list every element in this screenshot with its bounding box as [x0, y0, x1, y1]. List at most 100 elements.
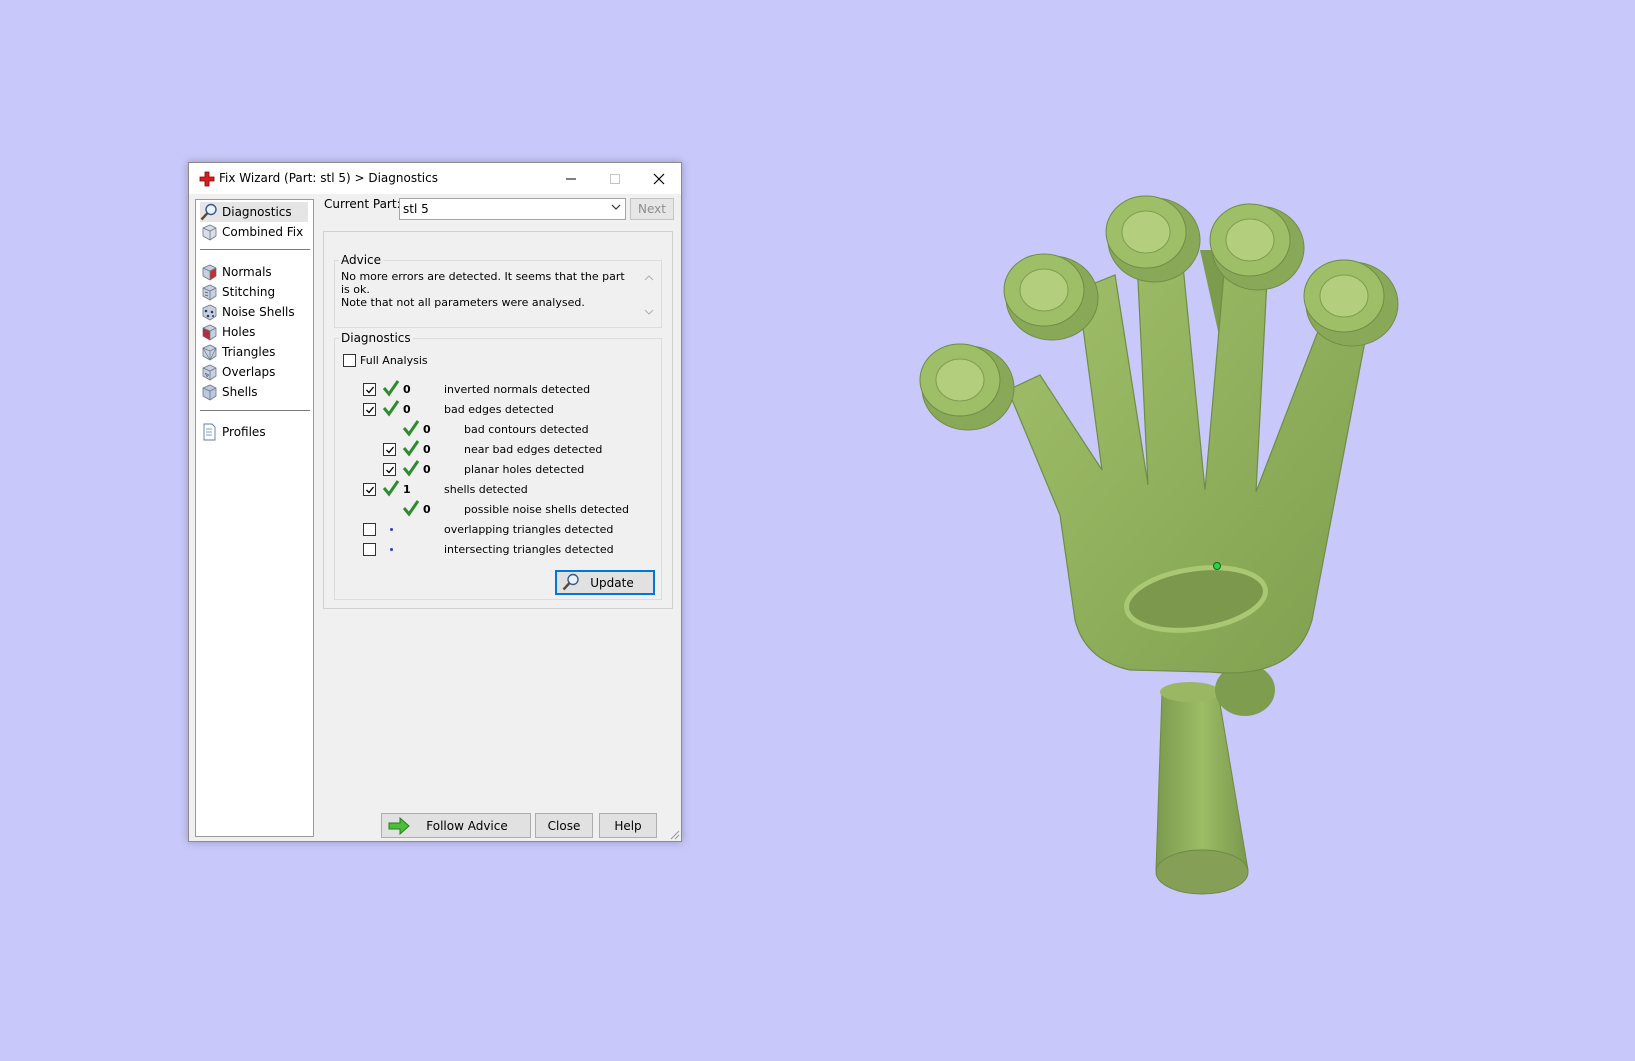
- nav-item-label: Holes: [222, 325, 256, 339]
- current-part-value: stl 5: [403, 202, 429, 216]
- ok-tick-icon: [402, 440, 420, 457]
- noise-shells-count: 0: [423, 503, 431, 516]
- overlapping-triangles-checkbox[interactable]: [363, 523, 376, 536]
- magnifier-icon: [200, 203, 217, 221]
- nav-item-shells[interactable]: Shells: [200, 382, 258, 402]
- nav-item-overlaps[interactable]: Overlaps: [200, 362, 275, 382]
- nav-item-label: Normals: [222, 265, 272, 279]
- nav-item-triangles[interactable]: Triangles: [200, 342, 275, 362]
- fix-wizard-dialog: Fix Wizard (Part: stl 5) > Diagnostics D…: [188, 162, 682, 842]
- normals-cube-icon: [202, 264, 217, 281]
- checkmark-icon: [365, 406, 374, 413]
- triangles-cube-icon: [202, 344, 217, 361]
- nav-item-stitching[interactable]: Stitching: [200, 282, 275, 302]
- window-title: Fix Wizard (Part: stl 5) > Diagnostics: [219, 171, 438, 185]
- intersecting-triangles-label: intersecting triangles detected: [444, 543, 614, 556]
- title-bar[interactable]: Fix Wizard (Part: stl 5) > Diagnostics: [189, 163, 681, 194]
- nav-item-noise-shells[interactable]: Noise Shells: [200, 302, 295, 322]
- inverted-normals-count: 0: [403, 383, 411, 396]
- nav-item-profiles[interactable]: Profiles: [200, 422, 266, 442]
- advice-scrollbar[interactable]: [641, 271, 657, 319]
- advice-line-2: Note that not all parameters were analys…: [341, 296, 585, 309]
- nav-item-diagnostics[interactable]: Diagnostics: [200, 202, 308, 222]
- ok-tick-icon: [402, 500, 420, 517]
- holes-cube-icon: [202, 324, 217, 341]
- overlaps-cube-icon: [202, 364, 217, 381]
- minimize-icon: [566, 178, 576, 179]
- red-cross-icon: [199, 171, 215, 187]
- bad-contours-count: 0: [423, 423, 431, 436]
- current-part-select[interactable]: stl 5: [399, 198, 626, 220]
- update-label: Update: [590, 575, 634, 590]
- overlapping-triangles-label: overlapping triangles detected: [444, 523, 614, 536]
- ok-tick-icon: [382, 480, 400, 497]
- nav-item-label: Combined Fix: [222, 225, 304, 239]
- maximize-icon: [610, 173, 620, 184]
- stem-shape: [1155, 691, 1249, 871]
- full-analysis-checkbox[interactable]: [343, 354, 356, 367]
- nav-divider: [200, 410, 310, 411]
- maximize-button[interactable]: [593, 163, 637, 194]
- noise-shells-label: possible noise shells detected: [464, 503, 630, 516]
- cube-icon: [202, 224, 217, 241]
- bad-edges-count: 0: [403, 403, 411, 416]
- nav-divider: [200, 249, 310, 250]
- nav-item-label: Overlaps: [222, 365, 276, 379]
- bad-contours-label: bad contours detected: [464, 423, 589, 436]
- stem-base-shape: [1155, 849, 1249, 895]
- bad-edges-label: bad edges detected: [444, 403, 554, 416]
- document-icon: [203, 423, 216, 441]
- advice-line-1: No more errors are detected. It seems th…: [341, 270, 625, 296]
- nav-item-label: Diagnostics: [222, 205, 292, 219]
- help-button[interactable]: Help: [599, 813, 657, 838]
- shells-label: shells detected: [444, 483, 528, 496]
- nav-item-label: Triangles: [222, 345, 276, 359]
- nav-item-normals[interactable]: Normals: [200, 262, 272, 282]
- ok-tick-icon: [402, 460, 420, 477]
- stitching-cube-icon: [202, 284, 217, 301]
- diagnostics-title: Diagnostics: [339, 331, 413, 345]
- checkmark-icon: [385, 446, 394, 453]
- checkmark-icon: [365, 386, 374, 393]
- near-bad-edges-checkbox[interactable]: [383, 443, 396, 456]
- minimize-button[interactable]: [549, 163, 593, 194]
- ok-tick-icon: [382, 400, 400, 417]
- shells-checkbox[interactable]: [363, 483, 376, 496]
- planar-holes-checkbox[interactable]: [383, 463, 396, 476]
- diagnostics-panel: Advice No more errors are detected. It s…: [323, 231, 673, 609]
- update-button[interactable]: Update: [555, 570, 655, 595]
- ok-tick-icon: [382, 380, 400, 397]
- close-button[interactable]: Close: [535, 813, 593, 838]
- nav-item-holes[interactable]: Holes: [200, 322, 255, 342]
- nav-item-combined-fix[interactable]: Combined Fix: [200, 222, 303, 242]
- bad-edges-checkbox[interactable]: [363, 403, 376, 416]
- inverted-normals-checkbox[interactable]: [363, 383, 376, 396]
- pivot-point-marker: [1213, 562, 1221, 570]
- nav-item-label: Stitching: [222, 285, 276, 299]
- planar-holes-count: 0: [423, 463, 431, 476]
- 3d-hand-model[interactable]: [900, 180, 1460, 910]
- nav-item-label: Profiles: [222, 425, 266, 439]
- magnifier-icon: [562, 573, 579, 591]
- close-window-button[interactable]: [637, 163, 681, 194]
- next-button[interactable]: Next: [630, 198, 674, 220]
- follow-advice-button[interactable]: Follow Advice: [381, 813, 531, 838]
- close-icon: [653, 173, 665, 184]
- current-part-label: Current Part:: [324, 197, 401, 211]
- planar-holes-label: planar holes detected: [464, 463, 585, 476]
- resize-grip-icon[interactable]: [670, 830, 680, 840]
- pending-dot-icon: [390, 548, 393, 551]
- noise-shells-icon: [202, 304, 217, 321]
- pending-dot-icon: [390, 528, 393, 531]
- follow-advice-label: Follow Advice: [426, 818, 508, 833]
- intersecting-triangles-checkbox[interactable]: [363, 543, 376, 556]
- advice-title: Advice: [339, 253, 384, 267]
- arrow-right-icon: [388, 817, 410, 835]
- wizard-nav-list: Diagnostics Combined Fix Normals Stitchi…: [195, 199, 314, 837]
- nav-item-label: Shells: [222, 385, 258, 399]
- checkmark-icon: [385, 466, 394, 473]
- full-analysis-label[interactable]: Full Analysis: [360, 354, 428, 367]
- shells-count: 1: [403, 483, 411, 496]
- ok-tick-icon: [402, 420, 420, 437]
- advice-group: Advice No more errors are detected. It s…: [334, 253, 662, 328]
